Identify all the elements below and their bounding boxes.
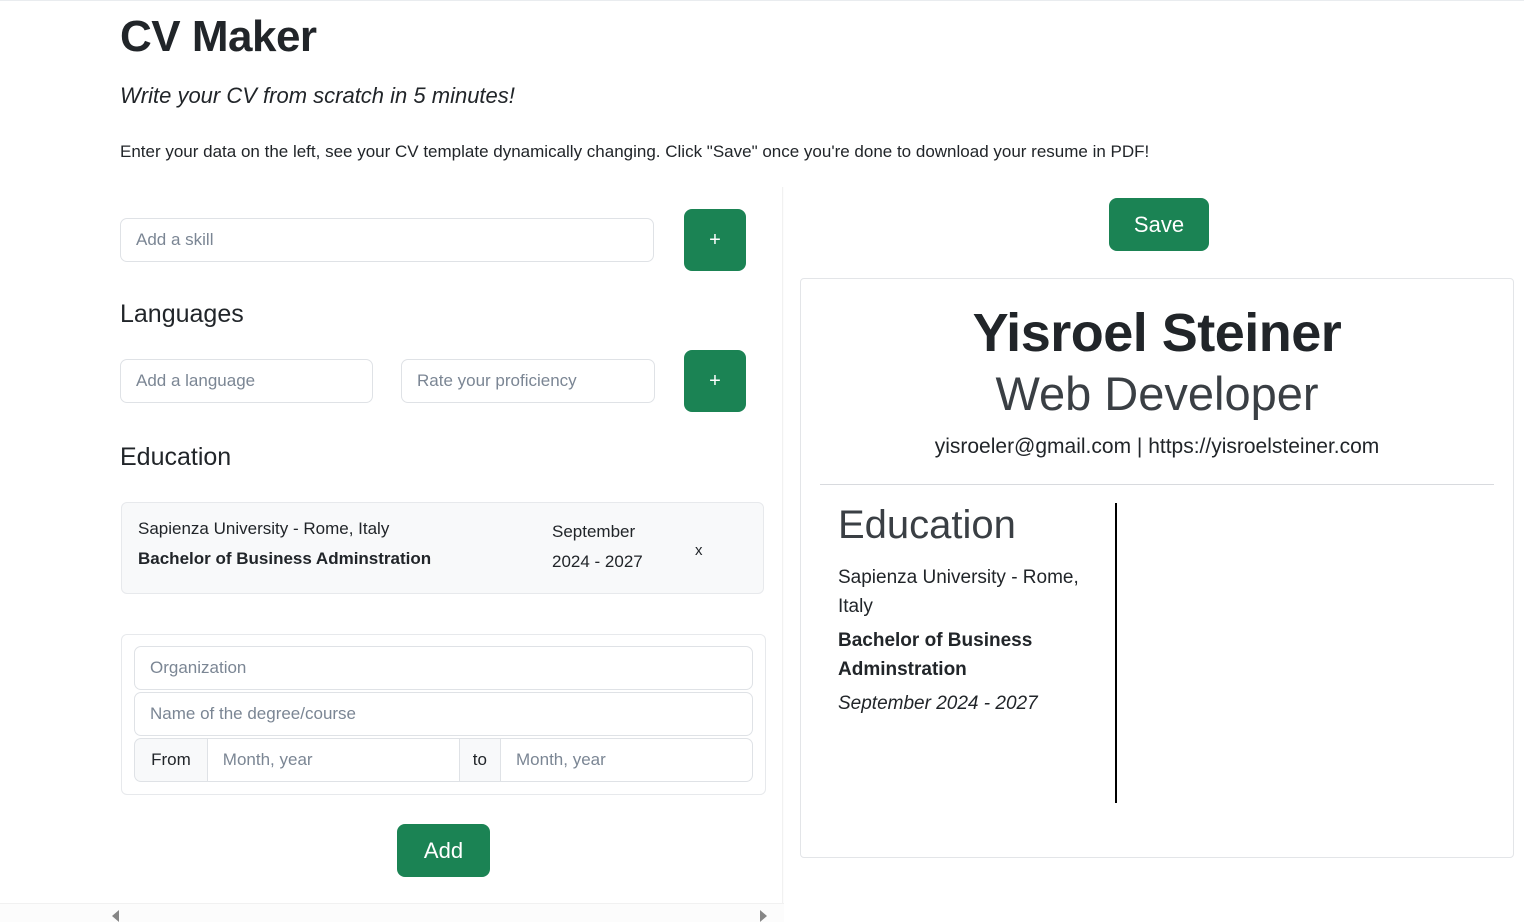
language-row: + (0, 350, 770, 412)
scroll-right-arrow-icon[interactable] (760, 910, 767, 922)
cv-job-title: Web Developer (995, 366, 1319, 420)
cv-education-title: Education (838, 502, 1016, 547)
language-input[interactable] (120, 359, 373, 403)
cv-contact-line: yisroeler@gmail.com | https://yisroelste… (934, 434, 1380, 458)
page-header: CV Maker Write your CV from scratch in 5… (0, 12, 1524, 163)
education-entry-organization: Sapienza University - Rome, Italy (138, 519, 390, 538)
cv-right-column (1117, 503, 1513, 810)
page-tagline: Write your CV from scratch in 5 minutes! (120, 83, 515, 109)
organization-input[interactable] (134, 645, 753, 690)
form-scroll-content: + Languages + Education Sapienza Univers… (0, 187, 770, 877)
date-range-row: From to (134, 737, 753, 782)
cv-education-degree: Bachelor of Business Adminstration (838, 629, 1033, 681)
page-instructions: Enter your data on the left, see your CV… (120, 141, 1150, 161)
cv-education-organization: Sapienza University - Rome, Italy (838, 566, 1079, 618)
cv-preview-panel: Save Yisroel Steiner Web Developer yisro… (784, 187, 1524, 922)
cv-document: Yisroel Steiner Web Developer yisroeler@… (800, 278, 1514, 859)
education-entry-main: Sapienza University - Rome, Italy Bachel… (122, 517, 552, 571)
to-label: to (459, 737, 500, 782)
education-entry-item: Sapienza University - Rome, Italy Bachel… (121, 502, 764, 594)
cv-body: Education Sapienza University - Rome, It… (801, 485, 1513, 810)
cv-education-dates: September 2024 - 2027 (838, 692, 1038, 714)
education-entry-degree: Bachelor of Business Adminstration (138, 548, 432, 568)
new-education-form: From to (121, 633, 766, 795)
skill-input[interactable] (120, 218, 654, 262)
main-area: + Languages + Education Sapienza Univers… (0, 187, 1524, 922)
from-label: From (134, 737, 207, 782)
save-bar: Save (784, 187, 1524, 252)
education-entry-remove-button[interactable]: x (695, 542, 703, 559)
to-date-input[interactable] (500, 737, 753, 782)
page-title: CV Maker (120, 12, 317, 61)
education-heading: Education (120, 443, 232, 471)
add-skill-button[interactable]: + (684, 209, 746, 271)
cv-full-name: Yisroel Steiner (972, 303, 1342, 364)
languages-heading: Languages (120, 300, 244, 328)
education-entry-dates: September 2024 - 2027 (552, 522, 643, 571)
add-language-button[interactable]: + (684, 350, 746, 412)
form-panel: + Languages + Education Sapienza Univers… (0, 187, 784, 922)
degree-input[interactable] (134, 691, 753, 736)
add-education-wrap: Add (0, 823, 766, 877)
cv-left-column: Education Sapienza University - Rome, It… (801, 503, 1097, 810)
skill-row: + (0, 209, 770, 271)
proficiency-input[interactable] (401, 359, 655, 403)
add-education-button[interactable]: Add (396, 823, 491, 877)
cv-header: Yisroel Steiner Web Developer yisroeler@… (801, 279, 1513, 459)
scroll-left-arrow-icon[interactable] (112, 910, 119, 922)
horizontal-scrollbar[interactable] (0, 903, 784, 922)
cv-education-entry: Sapienza University - Rome, Italy Bachel… (838, 563, 1097, 718)
save-button[interactable]: Save (1108, 198, 1210, 252)
from-date-input[interactable] (206, 737, 460, 782)
